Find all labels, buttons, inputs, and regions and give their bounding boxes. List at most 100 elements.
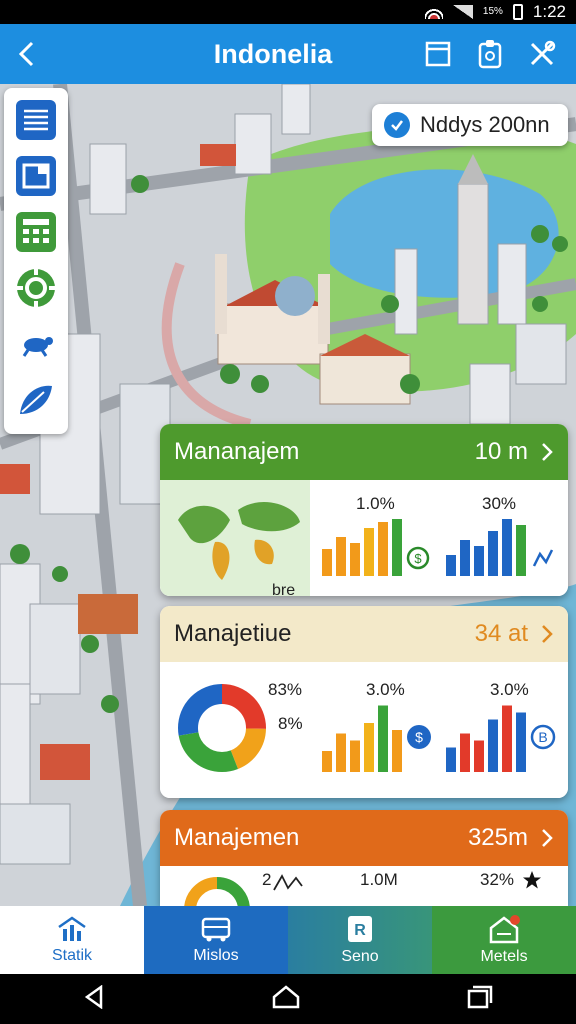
donut-pct-2: 8% — [278, 714, 303, 733]
card-2-bar-chart-1 — [322, 702, 402, 772]
svg-text:R: R — [354, 922, 366, 939]
card-3-header: Manajemen 325m — [160, 810, 568, 866]
check-icon — [384, 112, 410, 138]
mini-bar — [488, 719, 498, 772]
stats-card-1[interactable]: Mananajem 10 m bre 1.0% $ 30% — [160, 424, 568, 596]
mini-bar — [516, 525, 526, 576]
app-bar: Indonelia — [0, 24, 576, 84]
mini-bar — [460, 733, 470, 772]
tab-seno[interactable]: R Seno — [288, 906, 432, 974]
wifi-icon — [424, 5, 443, 19]
dollar-icon: $ — [407, 725, 431, 749]
window-icon — [425, 41, 451, 67]
mini-bar — [322, 751, 332, 772]
svg-text:$: $ — [415, 729, 423, 745]
tab-statik-label: Statik — [51, 947, 92, 964]
card-1-title: Mananajem — [174, 438, 300, 465]
trend-icon — [532, 549, 554, 567]
card-2-chart-1-pct: 3.0% — [366, 680, 405, 699]
recents-icon — [467, 985, 492, 1008]
chevron-right-icon — [542, 829, 553, 847]
system-nav-bar — [0, 974, 576, 1024]
settings-button[interactable] — [14, 266, 58, 310]
side-toolbar — [4, 88, 68, 434]
card-2-body: 83% 8% 3.0% $ 3.0% B — [160, 662, 568, 798]
tab-metels[interactable]: Metels — [432, 906, 576, 974]
card-1-chart-1-pct: 1.0% — [356, 494, 395, 513]
card-1-bar-chart-1-svg — [322, 519, 402, 576]
card-1-bar-chart-2 — [446, 516, 526, 576]
mini-bar — [322, 549, 332, 576]
svg-text:$: $ — [414, 551, 422, 566]
mini-bar — [364, 723, 374, 772]
mini-bar — [474, 546, 484, 576]
chevron-right-icon — [542, 443, 553, 461]
mini-bar — [502, 519, 512, 576]
currency-b-icon: B — [530, 724, 556, 750]
world-map-thumbnail: bre — [160, 480, 310, 596]
turtle-button[interactable] — [14, 322, 58, 366]
mini-bar — [474, 740, 484, 772]
status-time: 1:22 — [532, 2, 566, 21]
nav-home-button[interactable] — [272, 984, 300, 1014]
turtle-icon — [22, 337, 53, 357]
clipboard-button[interactable] — [472, 36, 508, 72]
mini-bar — [502, 705, 512, 772]
tools-button[interactable] — [524, 36, 560, 72]
list-button[interactable] — [14, 98, 58, 142]
clipboard-icon — [478, 40, 502, 69]
back-button[interactable] — [0, 24, 56, 84]
card-1-body: bre 1.0% $ 30% — [160, 480, 568, 596]
bus-icon — [201, 917, 231, 942]
building-chart-icon — [58, 916, 86, 941]
mini-bar — [378, 522, 388, 576]
stats-card-3[interactable]: Manajemen 325m 2 1.0M 32% — [160, 810, 568, 906]
tab-seno-label: Seno — [341, 948, 379, 965]
list-icon — [16, 100, 56, 140]
tab-metels-label: Metels — [480, 948, 528, 965]
status-bar: 15% 1:22 — [0, 0, 576, 24]
mini-bar — [488, 531, 498, 576]
leaf-button[interactable] — [14, 378, 58, 422]
mini-bar — [378, 705, 388, 772]
card-3-title: Manajemen — [174, 824, 300, 851]
media-button[interactable] — [14, 154, 58, 198]
calculator-button[interactable] — [14, 210, 58, 254]
card-1-header: Mananajem 10 m — [160, 424, 568, 480]
home-notification-icon — [489, 915, 520, 944]
tab-mislos[interactable]: Mislos — [144, 906, 288, 974]
mini-bar — [350, 740, 360, 772]
stats-card-2[interactable]: Manajetiue 34 at 83% 8% 3.0% $ 3.0% B — [160, 606, 568, 798]
mini-bar — [460, 540, 470, 576]
tab-statik[interactable]: Statik — [0, 906, 144, 974]
signal-icon — [452, 5, 473, 19]
card-3-value: 325m — [467, 824, 528, 851]
nav-back-button[interactable] — [83, 984, 105, 1014]
card-3-label-c: 32% — [480, 870, 515, 889]
card-1-chart-2-pct: 30% — [482, 494, 517, 513]
mini-bar — [446, 747, 456, 772]
mini-bar — [516, 712, 526, 772]
nav-recents-button[interactable] — [467, 985, 493, 1014]
mini-bar — [336, 733, 346, 772]
status-indicator: 15% — [482, 6, 503, 17]
mini-bar — [364, 528, 374, 576]
card-1-bar-chart-1 — [322, 516, 402, 576]
window-button[interactable] — [420, 36, 456, 72]
bottom-tab-bar: Statik Mislos R Seno Metels — [0, 906, 576, 974]
card-2-title: Manajetiue — [174, 620, 292, 647]
document-r-icon: R — [348, 916, 372, 942]
leaf-icon — [20, 385, 52, 414]
card-2-value: 34 at — [474, 620, 528, 647]
back-arrow-icon — [18, 41, 34, 67]
map-badge[interactable]: Nddys 200nn — [372, 104, 568, 146]
star-icon — [523, 871, 541, 889]
tools-icon — [530, 40, 556, 66]
card-2-chart-2-pct: 3.0% — [490, 680, 529, 699]
mini-bar — [350, 543, 360, 576]
home-icon — [272, 984, 300, 1008]
settings-gear-icon — [17, 269, 55, 307]
card-2-bar-chart-2-svg — [446, 705, 526, 772]
battery-icon — [512, 4, 523, 20]
page-title: Indonelia — [213, 38, 333, 69]
